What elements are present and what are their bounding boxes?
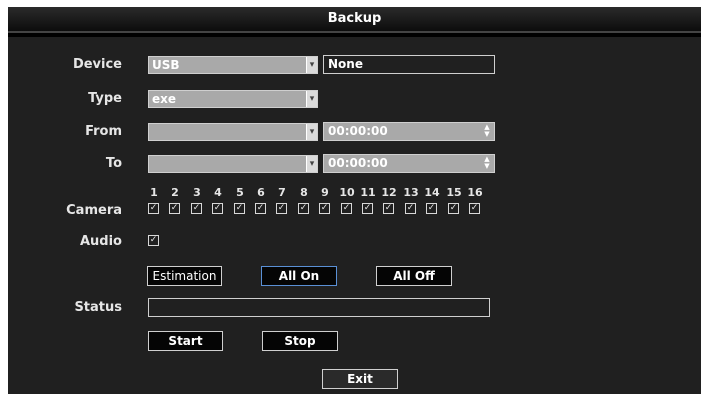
- device-select[interactable]: USB ▾: [148, 56, 318, 74]
- camera-checkbox-14[interactable]: ✓: [426, 203, 437, 214]
- camera-channel-number: 9: [321, 186, 329, 199]
- to-time-value: 00:00:00: [328, 156, 388, 170]
- status-field[interactable]: [148, 298, 490, 317]
- camera-channel-number: 8: [300, 186, 308, 199]
- camera-checkbox-3[interactable]: ✓: [191, 203, 202, 214]
- device-label: Device: [72, 57, 122, 72]
- checkmark-icon: ✓: [342, 203, 351, 213]
- camera-channel-number: 7: [278, 186, 286, 199]
- exit-button[interactable]: Exit: [322, 369, 398, 389]
- camera-channel-number: 1: [150, 186, 158, 199]
- checkmark-icon: ✓: [449, 203, 458, 213]
- all-off-button[interactable]: All Off: [376, 266, 452, 286]
- device-select-value: USB: [152, 58, 180, 72]
- camera-checkbox-6[interactable]: ✓: [255, 203, 266, 214]
- camera-checkbox-13[interactable]: ✓: [405, 203, 416, 214]
- from-time-field[interactable]: 00:00:00 ▲ ▼: [323, 122, 495, 141]
- title-bar: Backup: [8, 7, 701, 33]
- checkmark-icon: ✓: [384, 203, 393, 213]
- checkmark-icon: ✓: [299, 203, 308, 213]
- checkmark-icon: ✓: [406, 203, 415, 213]
- camera-checkbox-16[interactable]: ✓: [469, 203, 480, 214]
- to-time-field[interactable]: 00:00:00 ▲ ▼: [323, 154, 495, 173]
- audio-checkbox[interactable]: ✓: [148, 235, 159, 246]
- checkmark-icon: ✓: [213, 203, 222, 213]
- to-date-select[interactable]: ▾: [148, 155, 318, 173]
- camera-checkbox-10[interactable]: ✓: [341, 203, 352, 214]
- camera-checkbox-7[interactable]: ✓: [276, 203, 287, 214]
- camera-checkbox-9[interactable]: ✓: [319, 203, 330, 214]
- camera-channel-number: 6: [257, 186, 265, 199]
- from-label: From: [85, 124, 122, 139]
- checkmark-icon: ✓: [149, 203, 158, 213]
- camera-channel-number: 4: [214, 186, 222, 199]
- checkmark-icon: ✓: [192, 203, 201, 213]
- to-label: To: [105, 156, 122, 171]
- checkmark-icon: ✓: [277, 203, 286, 213]
- audio-label: Audio: [79, 234, 122, 249]
- camera-channel-number: 10: [339, 186, 355, 199]
- camera-checkbox-11[interactable]: ✓: [362, 203, 373, 214]
- camera-checkbox-4[interactable]: ✓: [212, 203, 223, 214]
- type-select[interactable]: exe ▾: [148, 90, 318, 108]
- camera-checkbox-15[interactable]: ✓: [448, 203, 459, 214]
- camera-channel-number: 12: [381, 186, 397, 199]
- camera-checkbox-12[interactable]: ✓: [383, 203, 394, 214]
- status-label: Status: [74, 300, 122, 315]
- checkmark-icon: ✓: [363, 203, 372, 213]
- start-button[interactable]: Start: [148, 331, 223, 351]
- camera-label: Camera: [66, 203, 122, 218]
- camera-channel-number: 3: [193, 186, 201, 199]
- checkmark-icon: ✓: [320, 203, 329, 213]
- camera-checkbox-2[interactable]: ✓: [169, 203, 180, 214]
- camera-channel-number: 5: [236, 186, 244, 199]
- chevron-down-icon: ▾: [306, 91, 317, 107]
- camera-channel-number: 2: [171, 186, 179, 199]
- checkmark-icon: ✓: [427, 203, 436, 213]
- checkmark-icon: ✓: [470, 203, 479, 213]
- camera-checkbox-8[interactable]: ✓: [298, 203, 309, 214]
- estimation-button[interactable]: Estimation: [147, 266, 222, 286]
- from-time-value: 00:00:00: [328, 124, 388, 138]
- camera-channel-number: 13: [403, 186, 419, 199]
- camera-channel-number: 11: [360, 186, 376, 199]
- device-target-field[interactable]: None: [323, 55, 495, 74]
- up-down-spinner-icon[interactable]: ▲ ▼: [482, 124, 492, 139]
- checkmark-icon: ✓: [149, 235, 158, 245]
- checkmark-icon: ✓: [235, 203, 244, 213]
- type-label: Type: [88, 91, 122, 106]
- camera-checkbox-5[interactable]: ✓: [234, 203, 245, 214]
- chevron-down-icon: ▾: [306, 124, 317, 140]
- dialog-title: Backup: [327, 11, 382, 26]
- up-down-spinner-icon[interactable]: ▲ ▼: [482, 156, 492, 171]
- chevron-down-icon: ▾: [306, 156, 317, 172]
- camera-channel-number: 14: [424, 186, 440, 199]
- camera-channel-number: 16: [467, 186, 483, 199]
- chevron-down-icon: ▾: [306, 57, 317, 73]
- type-select-value: exe: [152, 92, 177, 106]
- stop-button[interactable]: Stop: [262, 331, 338, 351]
- checkmark-icon: ✓: [256, 203, 265, 213]
- checkmark-icon: ✓: [170, 203, 179, 213]
- camera-checkbox-1[interactable]: ✓: [148, 203, 159, 214]
- all-on-button[interactable]: All On: [261, 266, 337, 286]
- from-date-select[interactable]: ▾: [148, 123, 318, 141]
- camera-channel-number: 15: [446, 186, 462, 199]
